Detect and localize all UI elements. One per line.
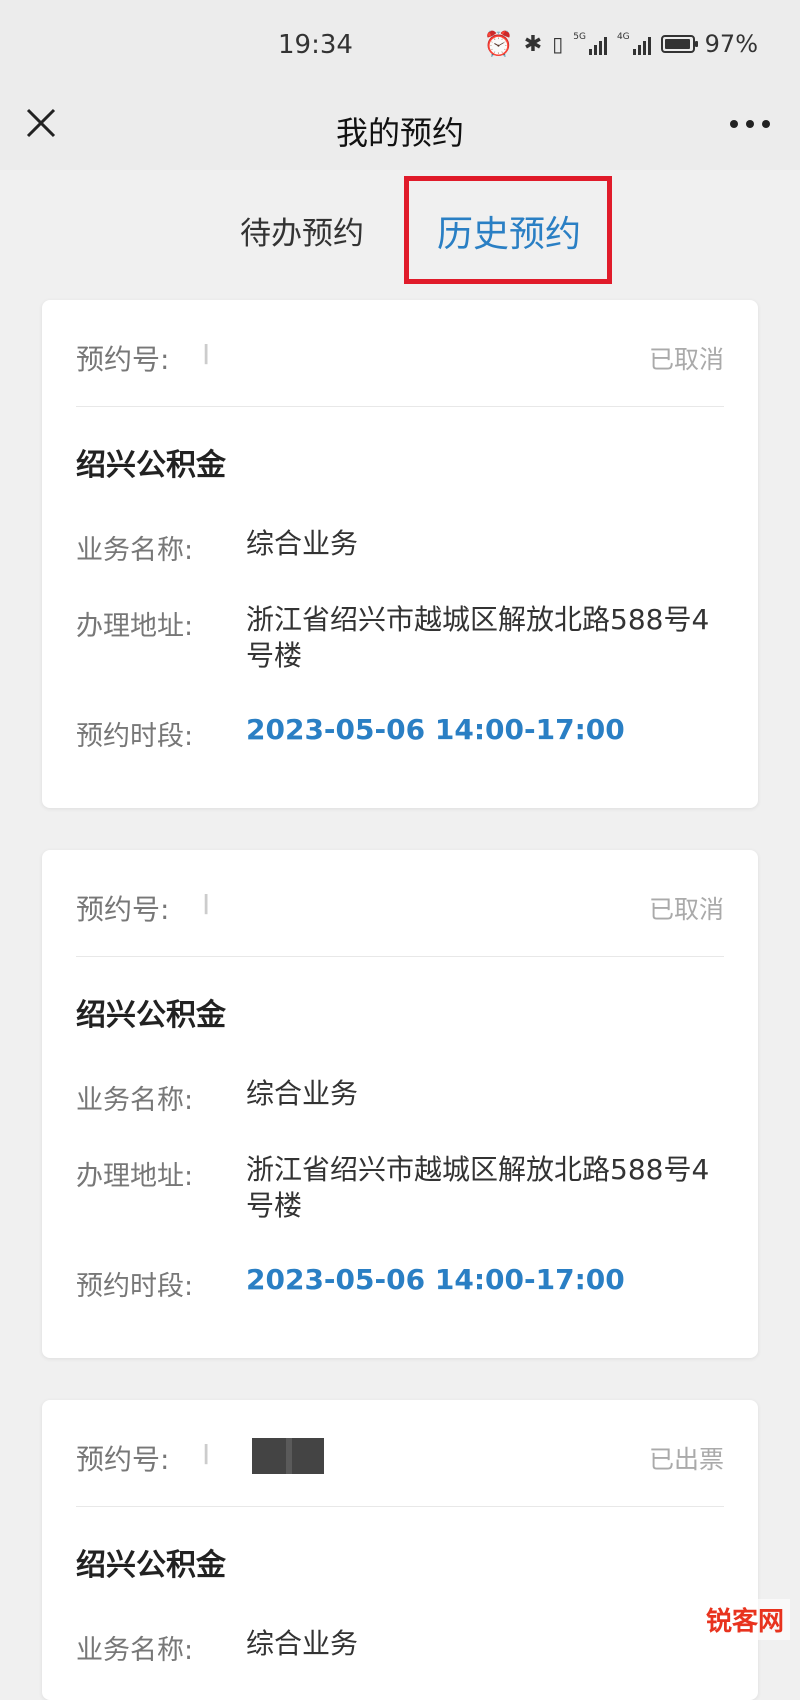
vibrate-icon: ▯ (552, 32, 564, 56)
org-name: 绍兴公积金 (76, 448, 226, 483)
tab-bar: 待办预约 历史预约 (0, 170, 800, 290)
signal-5g-icon: 5G (573, 33, 607, 55)
more-dot-icon (746, 120, 754, 128)
address-label: 办理地址: (76, 1161, 194, 1192)
number-value: I (202, 888, 211, 921)
number-label: 预约号: (76, 343, 170, 376)
business-name-label: 业务名称: (76, 535, 194, 566)
business-name-value: 综合业务 (246, 527, 359, 560)
status-icons: ⏰ ✱ ▯ 5G 4G 97% (484, 30, 758, 58)
number-value: I (202, 1438, 211, 1471)
battery-percent: 97% (704, 30, 758, 58)
bluetooth-icon: ✱ (523, 31, 543, 57)
time-slot-label: 预约时段: (76, 1271, 194, 1302)
signal-4g-icon: 4G (617, 33, 651, 55)
status-time: 19:34 (278, 30, 353, 60)
business-name-label: 业务名称: (76, 1085, 194, 1116)
address-value: 浙江省绍兴市越城区解放北路588号4号楼 (246, 1153, 710, 1222)
status-bar: 19:34 ⏰ ✱ ▯ 5G 4G 97% (0, 0, 800, 88)
number-label: 预约号: (76, 1443, 170, 1476)
more-dot-icon (762, 120, 770, 128)
tab-history[interactable]: 历史预约 (437, 205, 581, 257)
org-name: 绍兴公积金 (76, 1548, 226, 1583)
divider (76, 956, 724, 957)
nav-bar: 我的预约 (0, 88, 800, 170)
address-label: 办理地址: (76, 611, 194, 642)
highlight-box: 历史预约 (404, 176, 612, 284)
appointment-card[interactable]: 预约号: I 已出票 绍兴公积金 业务名称: 综合业务 (42, 1400, 758, 1700)
status-badge: 已出票 (648, 1445, 724, 1474)
tab-pending[interactable]: 待办预约 (240, 208, 364, 253)
business-name-label: 业务名称: (76, 1635, 194, 1666)
time-slot-value: 2023-05-06 14:00-17:00 (246, 1263, 625, 1296)
divider (76, 1506, 724, 1507)
redaction-mask (252, 1438, 324, 1474)
time-slot-label: 预约时段: (76, 721, 194, 752)
divider (76, 406, 724, 407)
battery-icon (660, 35, 698, 53)
time-slot-value: 2023-05-06 14:00-17:00 (246, 713, 625, 746)
appointment-card[interactable]: 预约号: I 已取消 绍兴公积金 业务名称: 综合业务 办理地址: 浙江省绍兴市… (42, 850, 758, 1358)
business-name-value: 综合业务 (246, 1077, 359, 1110)
address-value: 浙江省绍兴市越城区解放北路588号4号楼 (246, 603, 710, 672)
business-name-value: 综合业务 (246, 1627, 359, 1660)
org-name: 绍兴公积金 (76, 998, 226, 1033)
more-button[interactable] (730, 120, 770, 128)
number-value: I (202, 338, 211, 371)
appointment-card[interactable]: 预约号: I 已取消 绍兴公积金 业务名称: 综合业务 办理地址: 浙江省绍兴市… (42, 300, 758, 808)
status-badge: 已取消 (648, 345, 724, 374)
number-label: 预约号: (76, 893, 170, 926)
status-badge: 已取消 (648, 895, 724, 924)
watermark-logo: 锐客网 (699, 1599, 790, 1640)
alarm-icon: ⏰ (483, 30, 514, 58)
more-dot-icon (730, 120, 738, 128)
page-title: 我的预约 (335, 114, 464, 152)
